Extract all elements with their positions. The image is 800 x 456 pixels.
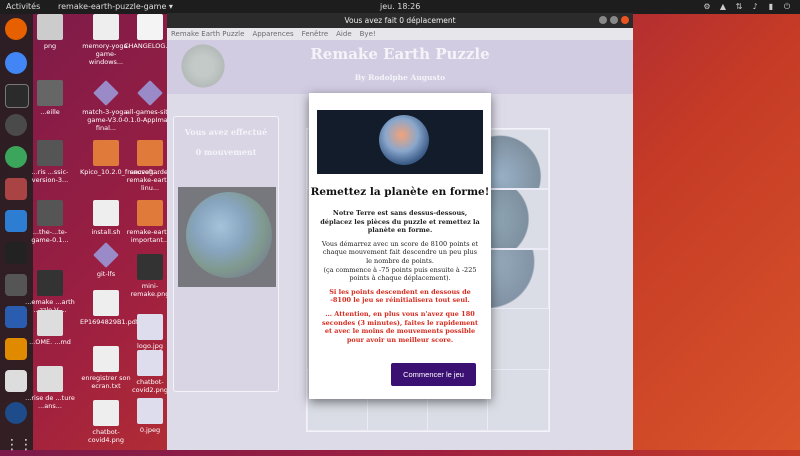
intro-text: Notre Terre est sans dessus-dessous, dép… <box>320 209 480 235</box>
close-button[interactable] <box>621 16 629 24</box>
desktop-file[interactable]: ...ris ...ssic-version-3... <box>24 140 76 184</box>
desktop-file[interactable]: ...rise de ...ture ...ans... <box>24 366 76 410</box>
rules-detail-text: (ça commence à -75 points puis ensuite à… <box>323 265 477 283</box>
window-title: Vous avez fait 0 déplacement <box>344 16 456 25</box>
desktop-file[interactable]: ...OME. ...md <box>24 310 76 346</box>
rules-text: Vous démarrez avec un score de 8100 poin… <box>321 239 479 265</box>
activities-button[interactable]: Activités <box>6 0 40 14</box>
warning-text: Si les points descendent en dessous de -… <box>329 287 471 305</box>
desktop-file[interactable]: ...the-...te-game-0.1... <box>24 200 76 244</box>
inkscape-icon[interactable] <box>5 114 27 136</box>
dialog-body: Notre Terre est sans dessus-dessous, dép… <box>319 209 481 361</box>
desktop-file[interactable]: ...eille <box>24 80 76 116</box>
app-menu[interactable]: remake-earth-puzzle-game ▾ <box>58 0 173 14</box>
maximize-button[interactable] <box>610 16 618 24</box>
power-menu-icon[interactable]: ⏻ <box>782 2 792 12</box>
battery-icon[interactable]: ▮ <box>766 2 776 12</box>
top-panel: Activités remake-earth-puzzle-game ▾ jeu… <box>0 0 800 14</box>
window-titlebar[interactable]: Vous avez fait 0 déplacement <box>167 13 633 28</box>
desktop-file[interactable]: ...emake ...arth ...zzle-V-... <box>24 270 76 314</box>
settings-icon[interactable]: ⚙ <box>702 2 712 12</box>
network-icon[interactable]: ⇅ <box>734 2 744 12</box>
show-apps-icon[interactable]: ⋮⋮ <box>5 434 33 456</box>
chrome-icon[interactable] <box>5 52 27 74</box>
minimize-button[interactable] <box>599 16 607 24</box>
planet-banner-image <box>317 110 483 174</box>
clock[interactable]: jeu. 18:26 <box>380 0 420 14</box>
system-tray[interactable]: ⚙ ▲ ⇅ ♪ ▮ ⏻ <box>702 2 792 12</box>
desktop-file[interactable]: png <box>24 14 76 50</box>
unity-icon[interactable] <box>5 242 27 264</box>
volume-icon[interactable]: ♪ <box>750 2 760 12</box>
start-game-button[interactable]: Commencer le jeu <box>391 363 476 386</box>
attention-text: ... Attention, en plus vous n'avez que 1… <box>322 309 478 344</box>
dialog-title: Remettez la planète en forme! <box>310 186 490 198</box>
intro-dialog: Remettez la planète en forme! Notre Terr… <box>309 93 491 399</box>
vlc-icon[interactable]: ▲ <box>718 2 728 12</box>
